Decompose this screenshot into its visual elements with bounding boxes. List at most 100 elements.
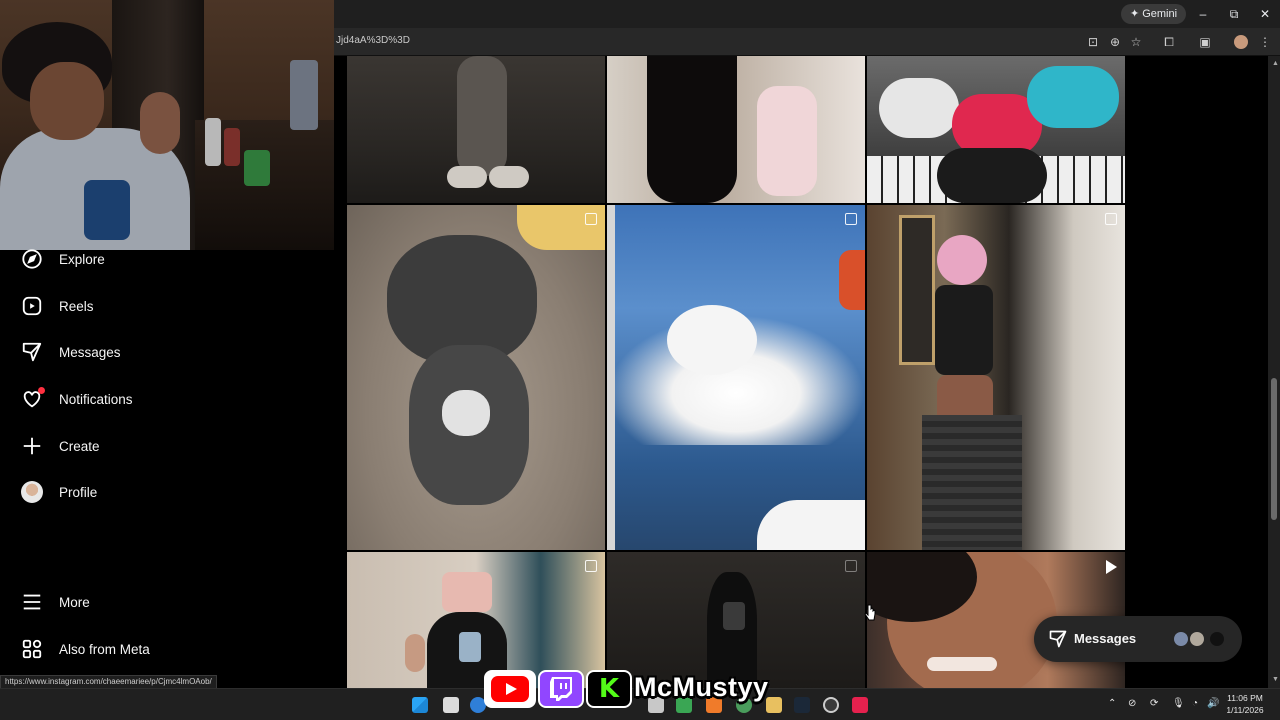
tile-figure <box>899 215 935 365</box>
sidebar-item-label: Explore <box>59 251 105 267</box>
avatar <box>1208 630 1226 648</box>
windows-start-icon[interactable] <box>412 697 428 713</box>
volume-icon[interactable]: 🔊 <box>1207 698 1219 709</box>
tile-figure <box>442 390 490 436</box>
tile-figure <box>607 205 615 550</box>
steam-icon[interactable] <box>794 697 810 713</box>
sidebar-item-label: Reels <box>59 298 94 314</box>
restore-icon[interactable]: ⧉ <box>1223 4 1245 24</box>
avatar <box>1188 630 1206 648</box>
tile-figure <box>839 250 865 310</box>
carousel-icon <box>585 560 597 572</box>
scrollbar-thumb[interactable] <box>1271 378 1277 520</box>
post-tile[interactable] <box>607 552 865 688</box>
sidebar-item-label: Also from Meta <box>59 641 150 657</box>
profile-avatar-icon[interactable] <box>1232 33 1250 51</box>
tile-figure <box>667 305 757 375</box>
youtube-badge <box>484 670 536 708</box>
post-tile[interactable] <box>347 552 605 688</box>
twitch-icon <box>550 677 572 701</box>
tile-figure <box>723 602 745 630</box>
tile-figure <box>459 632 481 662</box>
clock-time: 11:06 PM <box>1227 693 1263 703</box>
kebab-menu-icon[interactable]: ⋮ <box>1256 33 1274 51</box>
menu-icon <box>18 588 46 616</box>
webcam-shirt-logo <box>84 180 130 240</box>
tile-figure <box>1027 66 1119 128</box>
heart-icon <box>18 385 46 413</box>
tray-app-icon[interactable]: ⊘ <box>1128 698 1136 709</box>
post-tile[interactable] <box>347 56 605 203</box>
tile-figure <box>757 86 817 196</box>
tile-figure <box>405 634 425 672</box>
sidebar-item-profile[interactable]: Profile <box>12 470 312 514</box>
extensions-icon[interactable]: ⧠ <box>1160 33 1178 51</box>
webcam-bottle <box>205 118 221 166</box>
scroll-down-icon[interactable]: ▼ <box>1272 676 1279 683</box>
sidebar-item-reels[interactable]: Reels <box>12 284 312 328</box>
address-text[interactable]: Jjd4aA%3D%3D <box>336 35 410 46</box>
wifi-icon[interactable]: ◔ <box>1192 698 1198 709</box>
tile-figure <box>935 285 993 375</box>
sidebar-item-also-from-meta[interactable]: Also from Meta <box>12 627 312 671</box>
webcam-bottle <box>224 128 240 166</box>
carousel-icon <box>845 560 857 572</box>
tile-figure <box>927 657 997 671</box>
reels-icon <box>18 292 46 320</box>
tile-figure <box>879 78 959 138</box>
tray-sync-icon[interactable]: ⟳ <box>1150 698 1158 709</box>
profile-post-grid <box>334 56 1268 688</box>
webcam-tub <box>290 60 318 130</box>
gemini-button[interactable]: ✦ Gemini <box>1121 4 1187 24</box>
tile-figure <box>647 56 737 203</box>
sparkle-icon: ✦ <box>1130 8 1140 20</box>
task-view-icon[interactable] <box>443 697 459 713</box>
sidebar-item-label: Profile <box>59 484 98 500</box>
bookmark-star-icon[interactable]: ☆ <box>1127 33 1145 51</box>
close-icon[interactable]: ✕ <box>1254 4 1276 24</box>
microphone-icon[interactable]: 🎙 <box>1172 698 1185 709</box>
system-clock[interactable]: 11:06 PM 1/11/2026 <box>1222 692 1268 716</box>
scroll-up-icon[interactable]: ▲ <box>1272 60 1279 67</box>
compass-icon <box>18 245 46 273</box>
post-tile[interactable] <box>607 205 865 550</box>
sidebar-item-more[interactable]: More <box>12 580 312 624</box>
webcam-overlay <box>0 0 334 250</box>
tile-figure <box>937 148 1047 203</box>
tray-overflow-icon[interactable]: ⌃ <box>1108 698 1116 709</box>
post-tile[interactable] <box>867 205 1125 550</box>
sidebar-item-messages[interactable]: Messages <box>12 330 312 374</box>
install-app-icon[interactable]: ⊡ <box>1084 33 1102 51</box>
page-scrollbar[interactable] <box>1268 56 1280 688</box>
mouse-cursor-icon <box>864 604 876 627</box>
post-tile[interactable] <box>867 56 1125 203</box>
tiktok-icon[interactable] <box>852 697 868 713</box>
zoom-icon[interactable]: ⊕ <box>1106 33 1124 51</box>
webcam-person-hand <box>140 92 180 154</box>
sidebar-item-label: Messages <box>59 344 121 360</box>
sidebar-item-label: More <box>59 594 90 610</box>
carousel-icon <box>845 213 857 225</box>
webcam-tub <box>244 150 270 186</box>
tile-figure <box>937 235 987 285</box>
post-tile[interactable] <box>607 56 865 203</box>
messages-floating-button[interactable]: Messages <box>1034 616 1242 662</box>
tile-figure <box>489 166 529 188</box>
sidebar-item-notifications[interactable]: Notifications <box>12 377 312 421</box>
tile-figure <box>922 415 1022 550</box>
profile-avatar <box>18 478 46 506</box>
app-icon[interactable] <box>823 697 839 713</box>
minimize-icon[interactable]: – <box>1192 4 1214 24</box>
reading-list-icon[interactable]: ▣ <box>1196 33 1214 51</box>
sidebar-item-explore[interactable]: Explore <box>12 237 312 281</box>
messages-pill-label: Messages <box>1074 631 1137 646</box>
tile-figure <box>757 500 865 550</box>
messenger-icon <box>1048 629 1068 654</box>
tile-figure <box>457 56 507 176</box>
kick-icon: K <box>598 674 620 704</box>
tile-figure <box>442 572 492 612</box>
reel-play-icon <box>1106 560 1117 574</box>
post-tile[interactable] <box>347 205 605 550</box>
sidebar-item-create[interactable]: Create <box>12 424 312 468</box>
carousel-icon <box>1105 213 1117 225</box>
